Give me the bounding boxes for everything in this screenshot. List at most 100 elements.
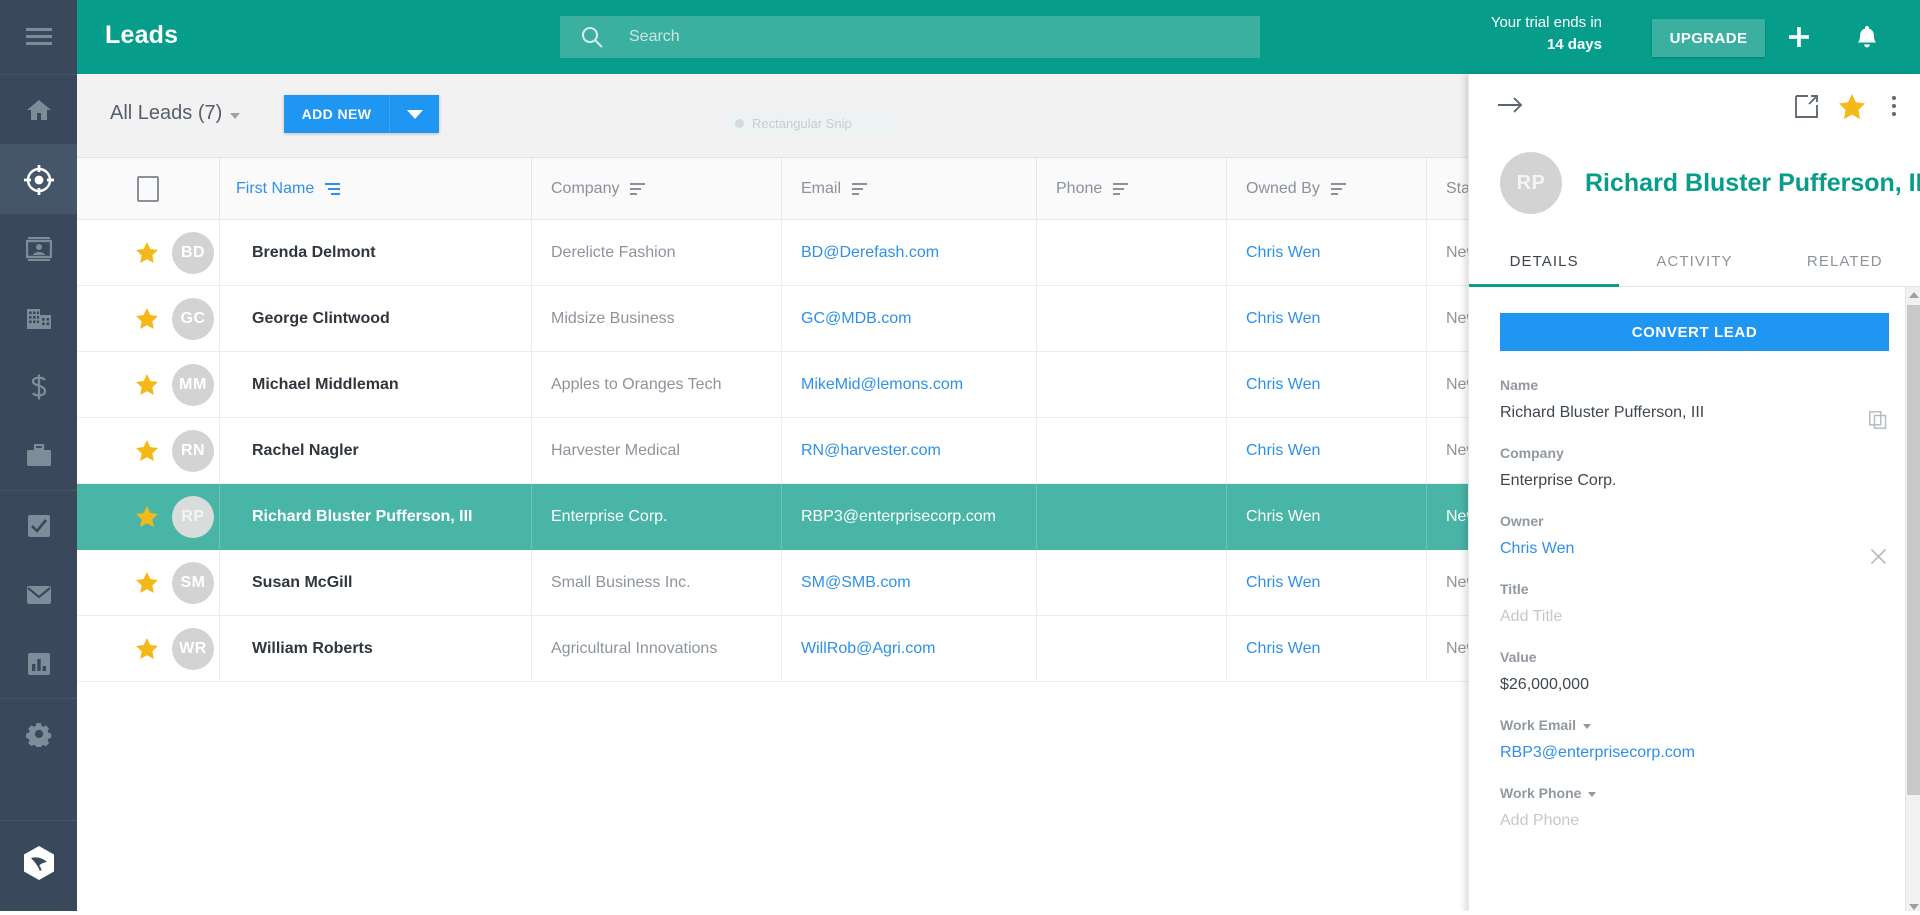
- owner-link[interactable]: Chris Wen: [1246, 640, 1320, 658]
- owner-link[interactable]: Chris Wen: [1246, 310, 1320, 328]
- cell-first-name[interactable]: George Clintwood: [220, 286, 532, 351]
- favorite-star-icon[interactable]: [136, 308, 158, 329]
- favorite-star-icon[interactable]: [136, 638, 158, 659]
- close-icon[interactable]: [1867, 545, 1889, 567]
- cell-owned-by[interactable]: Chris Wen: [1227, 286, 1427, 351]
- sidebar-item-home[interactable]: [0, 75, 77, 144]
- field-value[interactable]: Chris Wen: [1500, 540, 1889, 558]
- column-header-phone[interactable]: Phone: [1037, 158, 1227, 219]
- sidebar-item-settings[interactable]: [0, 699, 77, 768]
- cell-first-name[interactable]: Rachel Nagler: [220, 418, 532, 483]
- cell-email[interactable]: BD@Derefash.com: [782, 220, 1037, 285]
- cell-company: Derelicte Fashion: [532, 220, 782, 285]
- search-input[interactable]: [629, 28, 1189, 46]
- panel-scrollbar[interactable]: [1905, 287, 1920, 915]
- chevron-down-icon: [230, 112, 241, 119]
- cell-email[interactable]: SM@SMB.com: [782, 550, 1037, 615]
- favorite-star-icon[interactable]: [136, 440, 158, 461]
- scroll-up-button[interactable]: [1906, 287, 1920, 303]
- sidebar-item-reports[interactable]: [0, 629, 77, 698]
- cell-owned-by[interactable]: Chris Wen: [1227, 616, 1427, 681]
- app-logo[interactable]: [0, 828, 77, 897]
- more-vertical-icon[interactable]: [1886, 92, 1902, 120]
- field-value: Enterprise Corp.: [1500, 472, 1617, 489]
- owner-link[interactable]: Chris Wen: [1246, 574, 1320, 592]
- sidebar-item-accounts[interactable]: [0, 283, 77, 352]
- field-label-text: Work Phone: [1500, 785, 1582, 801]
- email-link[interactable]: RBP3@enterprisecorp.com: [801, 508, 996, 526]
- email-link[interactable]: RN@harvester.com: [801, 442, 941, 460]
- cell-first-name[interactable]: Richard Bluster Pufferson, III: [220, 484, 532, 549]
- copy-icon[interactable]: [1867, 409, 1889, 431]
- view-selector[interactable]: All Leads (7): [110, 102, 241, 125]
- email-link[interactable]: MikeMid@lemons.com: [801, 376, 963, 394]
- add-new-dropdown-button[interactable]: [389, 95, 439, 133]
- email-link[interactable]: SM@SMB.com: [801, 574, 911, 592]
- owner-link[interactable]: Chris Wen: [1246, 508, 1320, 526]
- upgrade-button[interactable]: UPGRADE: [1652, 19, 1765, 57]
- sidebar-item-deals[interactable]: [0, 352, 77, 421]
- add-new-button[interactable]: ADD NEW: [284, 95, 389, 133]
- cell-email[interactable]: RBP3@enterprisecorp.com: [782, 484, 1037, 549]
- favorite-star-icon[interactable]: [136, 572, 158, 593]
- field-value[interactable]: Add Phone: [1500, 812, 1889, 830]
- cell-first-name[interactable]: Michael Middleman: [220, 352, 532, 417]
- sidebar-item-contacts[interactable]: [0, 214, 77, 283]
- field-value[interactable]: RBP3@enterprisecorp.com: [1500, 744, 1889, 762]
- cell-first-name[interactable]: William Roberts: [220, 616, 532, 681]
- cell-owned-by[interactable]: Chris Wen: [1227, 418, 1427, 483]
- cell-owned-by[interactable]: Chris Wen: [1227, 220, 1427, 285]
- cell-email[interactable]: MikeMid@lemons.com: [782, 352, 1037, 417]
- cell-owned-by[interactable]: Chris Wen: [1227, 484, 1427, 549]
- owner-link[interactable]: Chris Wen: [1246, 244, 1320, 262]
- email-link[interactable]: BD@Derefash.com: [801, 244, 939, 262]
- panel-details-body: CONVERT LEAD Name Richard Bluster Puffers…: [1469, 287, 1920, 915]
- sidebar-item-leads[interactable]: [0, 145, 77, 214]
- panel-actions: [1795, 92, 1902, 120]
- field-label-text: Value: [1500, 649, 1537, 665]
- panel-collapse-button[interactable]: [1493, 90, 1527, 124]
- cell-email[interactable]: GC@MDB.com: [782, 286, 1037, 351]
- notifications-button[interactable]: [1850, 18, 1884, 56]
- field-label: Value: [1500, 649, 1889, 665]
- cell-first-name[interactable]: Brenda Delmont: [220, 220, 532, 285]
- sidebar-item-tasks[interactable]: [0, 491, 77, 560]
- cell-email[interactable]: RN@harvester.com: [782, 418, 1037, 483]
- column-header-first-name[interactable]: First Name: [220, 158, 532, 219]
- tab-related[interactable]: RELATED: [1770, 237, 1920, 286]
- field-label[interactable]: Work Phone: [1500, 785, 1889, 801]
- owner-link[interactable]: Chris Wen: [1246, 376, 1320, 394]
- field-label[interactable]: Work Email: [1500, 717, 1889, 733]
- favorite-star-icon[interactable]: [136, 242, 158, 263]
- cell-email[interactable]: WillRob@Agri.com: [782, 616, 1037, 681]
- column-header-company[interactable]: Company: [532, 158, 782, 219]
- add-quick-button[interactable]: [1782, 18, 1816, 56]
- cell-first-name[interactable]: Susan McGill: [220, 550, 532, 615]
- field-work-email: Work Email RBP3@enterprisecorp.com: [1500, 717, 1889, 762]
- open-in-new-icon[interactable]: [1795, 94, 1818, 118]
- menu-toggle-button[interactable]: [0, 0, 77, 74]
- email-link[interactable]: GC@MDB.com: [801, 310, 911, 328]
- favorite-star-icon[interactable]: [136, 506, 158, 527]
- trial-line-1: Your trial ends in: [1490, 14, 1602, 31]
- panel-identity: RP Richard Bluster Pufferson, III: [1500, 152, 1920, 214]
- cell-owned-by[interactable]: Chris Wen: [1227, 352, 1427, 417]
- email-link[interactable]: WillRob@Agri.com: [801, 640, 935, 658]
- star-icon[interactable]: [1839, 93, 1865, 119]
- tab-activity[interactable]: ACTIVITY: [1619, 237, 1769, 286]
- field-value[interactable]: Add Title: [1500, 608, 1889, 626]
- column-header-email[interactable]: Email: [782, 158, 1037, 219]
- favorite-star-icon[interactable]: [136, 374, 158, 395]
- view-selector-label: All Leads (7): [110, 102, 223, 124]
- convert-lead-button[interactable]: CONVERT LEAD: [1500, 313, 1889, 351]
- field-owner: Owner Chris Wen: [1500, 513, 1889, 564]
- global-search[interactable]: [560, 16, 1260, 58]
- sidebar-item-projects[interactable]: [0, 421, 77, 490]
- scrollbar-thumb[interactable]: [1907, 305, 1920, 795]
- column-header-owned-by[interactable]: Owned By: [1227, 158, 1427, 219]
- tab-details[interactable]: DETAILS: [1469, 237, 1620, 287]
- sidebar-item-email[interactable]: [0, 560, 77, 629]
- owner-link[interactable]: Chris Wen: [1246, 442, 1320, 460]
- cell-owned-by[interactable]: Chris Wen: [1227, 550, 1427, 615]
- select-all-checkbox[interactable]: [137, 175, 159, 202]
